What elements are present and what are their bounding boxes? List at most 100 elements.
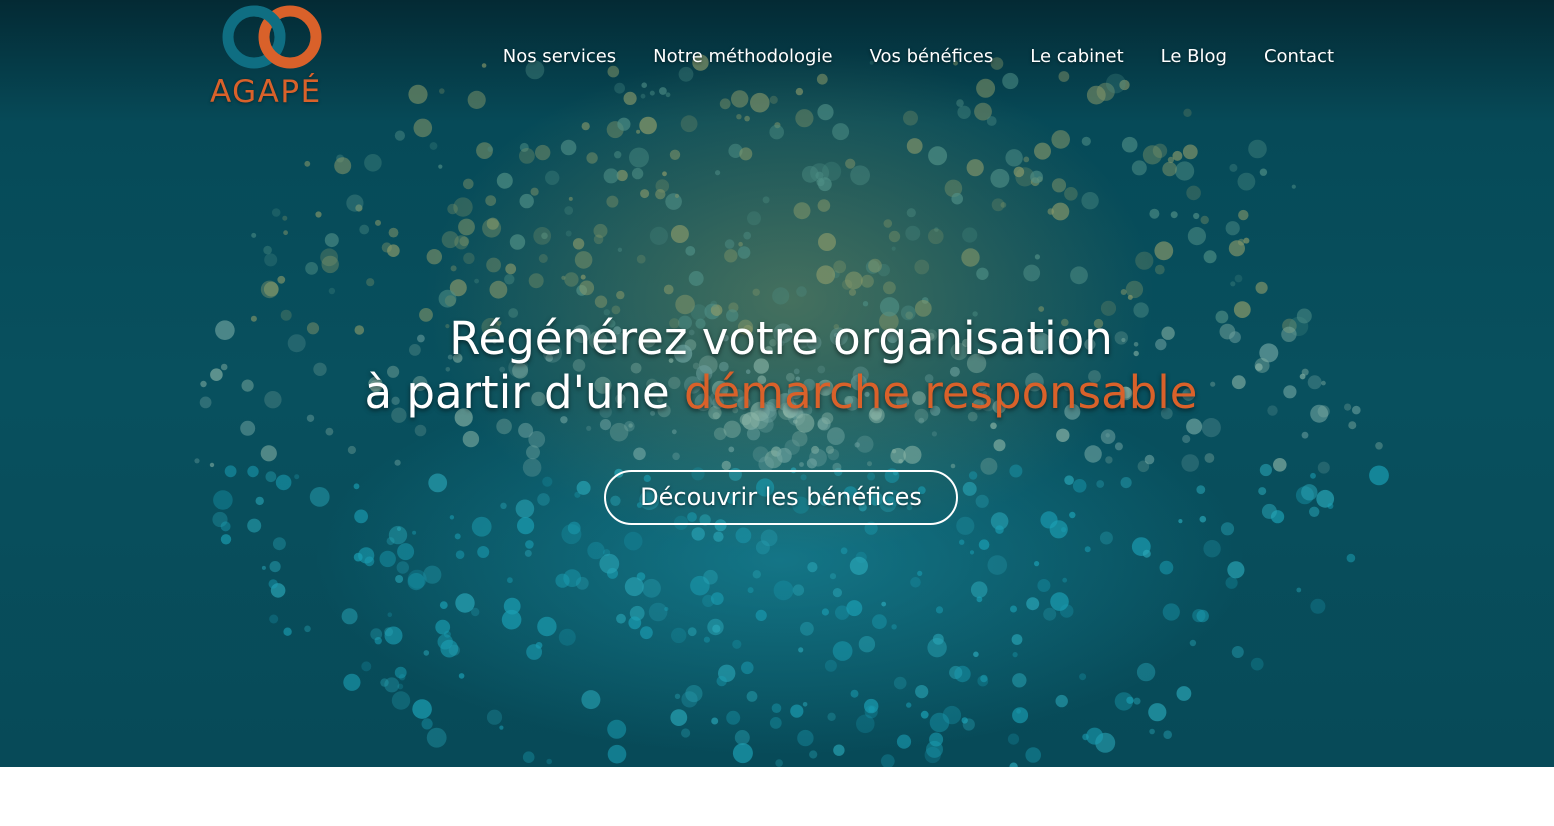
main-navigation: Nos services Notre méthodologie Vos béné… [503, 42, 1334, 72]
background-particle [976, 596, 983, 603]
background-particle [681, 728, 691, 738]
background-particle [1133, 697, 1141, 705]
background-particle [1084, 546, 1091, 553]
nav-item-notre-methodologie[interactable]: Notre méthodologie [653, 42, 832, 72]
background-particle [1248, 139, 1267, 159]
background-particle [247, 518, 262, 533]
background-particle [746, 691, 758, 702]
background-particle [1259, 168, 1268, 176]
background-particle [841, 279, 853, 290]
background-particle [735, 527, 752, 544]
background-particle [496, 172, 513, 189]
background-particle [525, 540, 534, 549]
background-particle [891, 246, 896, 251]
background-particle [769, 95, 778, 104]
background-particle [517, 517, 535, 535]
nav-item-nos-services[interactable]: Nos services [503, 42, 616, 72]
background-particle [408, 84, 428, 104]
background-particle [716, 675, 727, 687]
background-particle [1142, 145, 1162, 165]
background-particle [980, 674, 988, 683]
background-particle [561, 275, 566, 280]
background-particle [1255, 281, 1268, 294]
background-particle [769, 717, 782, 729]
background-particle [713, 427, 727, 441]
background-particle [825, 445, 835, 454]
headline-line-1: Régénérez votre organisation [449, 312, 1113, 365]
background-particle [1301, 484, 1318, 501]
background-particle [816, 265, 836, 285]
background-particle [343, 673, 361, 691]
background-particle [728, 446, 735, 453]
background-particle [565, 230, 572, 237]
background-particle [467, 90, 486, 109]
background-particle [617, 247, 623, 252]
background-particle [755, 540, 770, 555]
background-particle [898, 459, 903, 464]
background-particle [624, 577, 644, 597]
background-particle [1296, 587, 1302, 593]
background-particle [703, 569, 718, 585]
background-particle [546, 758, 552, 765]
background-particle [864, 705, 878, 719]
background-particle [459, 236, 470, 247]
background-particle [824, 659, 837, 672]
background-particle [388, 227, 399, 238]
discover-benefits-button[interactable]: Découvrir les bénéfices [604, 470, 958, 525]
background-particle [732, 743, 753, 764]
background-particle [1309, 506, 1320, 517]
background-particle [833, 744, 845, 756]
background-particle [509, 234, 526, 250]
background-particle [1034, 561, 1040, 567]
background-particle [1261, 503, 1277, 519]
background-particle [576, 480, 591, 495]
background-particle [1079, 673, 1087, 681]
background-particle [719, 98, 731, 110]
background-particle [854, 442, 860, 448]
background-particle [542, 476, 553, 487]
background-particle [1034, 142, 1051, 160]
nav-item-vos-benefices[interactable]: Vos bénéfices [870, 42, 994, 72]
background-particle [800, 621, 814, 636]
background-particle [1225, 576, 1238, 589]
background-particle [439, 601, 448, 609]
background-particle [261, 565, 266, 570]
background-particle [623, 531, 643, 551]
background-particle [670, 709, 688, 726]
background-particle [387, 612, 393, 617]
background-particle [1026, 597, 1040, 611]
background-particle [269, 561, 281, 573]
background-particle [903, 445, 922, 464]
background-particle [283, 627, 292, 636]
background-particle [881, 601, 887, 607]
background-particle [586, 425, 592, 431]
background-particle [1183, 108, 1192, 118]
background-particle [1012, 673, 1027, 688]
background-particle [649, 90, 655, 96]
background-particle [1009, 464, 1023, 478]
background-particle [1105, 456, 1113, 464]
background-particle [471, 516, 492, 537]
background-particle [384, 627, 394, 637]
agape-logo[interactable]: AGAPÉ [208, 2, 340, 112]
background-particle [487, 146, 494, 153]
background-particle [359, 224, 370, 235]
background-particle [736, 114, 742, 120]
background-particle [1178, 519, 1183, 524]
nav-item-le-blog[interactable]: Le Blog [1161, 42, 1227, 72]
background-particle [827, 427, 845, 445]
nav-item-le-cabinet[interactable]: Le cabinet [1030, 42, 1123, 72]
background-particle [956, 516, 975, 535]
background-particle [380, 678, 389, 687]
nav-item-contact[interactable]: Contact [1264, 42, 1334, 72]
background-particle [1182, 434, 1191, 444]
background-particle [920, 710, 929, 719]
background-particle [386, 537, 395, 546]
background-particle [961, 248, 980, 267]
headline-accent: démarche responsable [683, 366, 1198, 419]
background-particle [530, 187, 539, 196]
background-particle [580, 274, 586, 280]
background-particle [507, 577, 513, 584]
background-particle [528, 273, 544, 289]
background-particle [809, 448, 827, 467]
